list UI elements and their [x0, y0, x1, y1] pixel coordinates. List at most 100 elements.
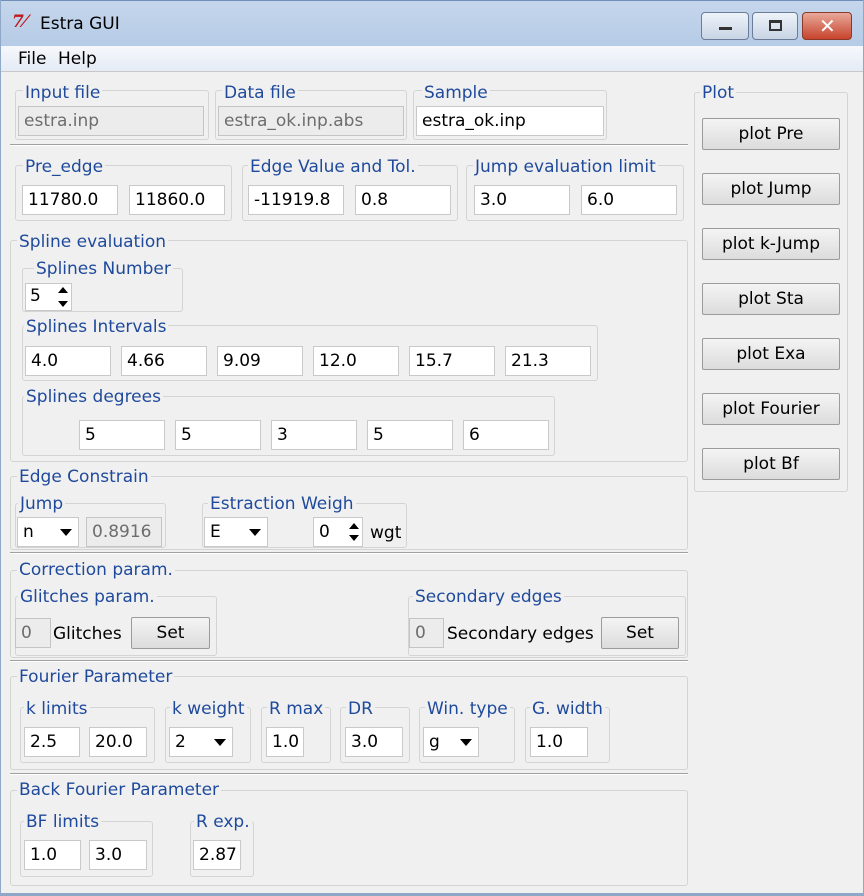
- menu-file[interactable]: File: [18, 49, 46, 69]
- separator: [10, 660, 688, 662]
- separator: [10, 773, 688, 775]
- window-title: Estra GUI: [40, 14, 120, 34]
- correction-label: Correction param.: [17, 560, 175, 580]
- r-max-field[interactable]: 1.0: [266, 727, 304, 757]
- maximize-icon: [769, 20, 782, 31]
- glitches-label: Glitches param.: [18, 587, 157, 607]
- separator: [10, 552, 688, 554]
- estraction-weigh-label: Estraction Weigh: [208, 494, 356, 514]
- bf-max-field[interactable]: 3.0: [89, 840, 147, 870]
- plot-exa-button[interactable]: plot Exa: [702, 338, 840, 370]
- g-width-field[interactable]: 1.0: [530, 727, 588, 757]
- weigh-select-value: E: [210, 522, 221, 542]
- input-file-field[interactable]: estra.inp: [18, 106, 204, 136]
- plot-sta-button[interactable]: plot Sta: [702, 283, 840, 315]
- pre-edge-label: Pre_edge: [23, 157, 106, 177]
- spin-up-icon[interactable]: [58, 287, 68, 293]
- window-border-left: [0, 0, 1, 896]
- spline-interval-field[interactable]: 4.66: [121, 346, 207, 376]
- separator: [10, 144, 688, 146]
- minimize-button[interactable]: [701, 12, 749, 40]
- back-fourier-label: Back Fourier Parameter: [17, 780, 222, 800]
- jump-value-field[interactable]: 0.8916: [86, 517, 162, 547]
- spin-down-icon[interactable]: [349, 535, 359, 541]
- k-max-field[interactable]: 20.0: [89, 727, 147, 757]
- secondary-count-field[interactable]: 0: [409, 618, 444, 648]
- plot-k-jump-button[interactable]: plot k-Jump: [702, 228, 840, 260]
- secondary-text: Secondary edges: [447, 624, 594, 644]
- secondary-edges-label: Secondary edges: [413, 587, 564, 607]
- wgt-label: wgt: [370, 523, 402, 543]
- spline-interval-field[interactable]: 12.0: [313, 346, 399, 376]
- pre-edge-max-field[interactable]: 11860.0: [129, 185, 225, 215]
- r-exp-field[interactable]: 2.87: [193, 840, 241, 870]
- spline-label: Spline evaluation: [17, 232, 169, 252]
- fourier-label: Fourier Parameter: [17, 667, 175, 687]
- splines-number-label: Splines Number: [34, 259, 173, 279]
- plot-fourier-button[interactable]: plot Fourier: [702, 393, 840, 425]
- data-file-field[interactable]: estra_ok.inp.abs: [218, 106, 404, 136]
- spline-degree-field[interactable]: 5: [175, 420, 261, 450]
- data-file-label: Data file: [222, 83, 298, 103]
- menu-help[interactable]: Help: [58, 49, 97, 69]
- jump-label: Jump: [18, 494, 66, 514]
- wgt-value: 0: [319, 522, 330, 542]
- close-button[interactable]: ✕: [802, 12, 852, 40]
- edge-value-label: Edge Value and Tol.: [248, 157, 418, 177]
- spline-interval-field[interactable]: 4.0: [25, 346, 111, 376]
- r-exp-label: R exp.: [194, 812, 252, 832]
- glitches-set-button[interactable]: Set: [131, 617, 210, 649]
- spin-up-icon[interactable]: [349, 523, 359, 529]
- plot-jump-button[interactable]: plot Jump: [702, 173, 840, 205]
- minimize-icon: [719, 27, 732, 30]
- win-type-label: Win. type: [425, 699, 510, 719]
- weigh-select[interactable]: E: [204, 517, 268, 547]
- splines-number-value: 5: [30, 286, 41, 306]
- sample-label: Sample: [422, 83, 490, 103]
- plot-pre-button[interactable]: plot Pre: [702, 118, 840, 150]
- pre-edge-min-field[interactable]: 11780.0: [22, 185, 118, 215]
- edge-tol-field[interactable]: 0.8: [355, 185, 451, 215]
- win-type-value: g: [429, 732, 440, 752]
- plot-label: Plot: [700, 83, 737, 103]
- edge-value-field[interactable]: -11919.8: [248, 185, 344, 215]
- bf-min-field[interactable]: 1.0: [24, 840, 81, 870]
- g-width-label: G. width: [530, 699, 605, 719]
- jump-select[interactable]: n: [17, 517, 79, 547]
- splines-number-spinbox[interactable]: 5: [25, 283, 72, 311]
- win-type-select[interactable]: g: [423, 727, 479, 757]
- bf-limits-label: BF limits: [24, 812, 102, 832]
- chevron-down-icon: [60, 529, 72, 536]
- plot-bf-button[interactable]: plot Bf: [702, 448, 840, 480]
- spline-degree-field[interactable]: 6: [463, 420, 549, 450]
- spline-interval-field[interactable]: 9.09: [217, 346, 303, 376]
- glitches-count-field[interactable]: 0: [15, 618, 51, 648]
- k-weight-label: k weight: [170, 699, 247, 719]
- chevron-down-icon: [249, 529, 261, 536]
- secondary-set-button[interactable]: Set: [601, 617, 679, 649]
- k-weight-value: 2: [175, 732, 186, 752]
- spline-degree-field[interactable]: 5: [79, 420, 165, 450]
- r-max-label: R max: [267, 699, 326, 719]
- k-weight-select[interactable]: 2: [169, 727, 233, 757]
- chevron-down-icon: [460, 739, 472, 746]
- k-limits-label: k limits: [24, 699, 90, 719]
- jump-limit-max-field[interactable]: 6.0: [581, 185, 677, 215]
- sample-field[interactable]: estra_ok.inp: [416, 106, 604, 136]
- spin-down-icon[interactable]: [58, 301, 68, 307]
- splines-degrees-label: Splines degrees: [24, 387, 163, 407]
- spline-interval-field[interactable]: 15.7: [409, 346, 495, 376]
- jump-limit-min-field[interactable]: 3.0: [474, 185, 570, 215]
- edge-constrain-label: Edge Constrain: [17, 467, 151, 487]
- input-file-label: Input file: [23, 83, 103, 103]
- spline-degree-field[interactable]: 5: [367, 420, 453, 450]
- maximize-button[interactable]: [752, 12, 798, 40]
- wgt-spinbox[interactable]: 0: [313, 517, 363, 547]
- glitches-text: Glitches: [53, 624, 122, 644]
- menu-bar: [1, 46, 863, 72]
- spline-degree-field[interactable]: 3: [271, 420, 357, 450]
- spline-interval-field[interactable]: 21.3: [505, 346, 591, 376]
- splines-intervals-label: Splines Intervals: [24, 317, 169, 337]
- k-min-field[interactable]: 2.5: [24, 727, 80, 757]
- dr-field[interactable]: 3.0: [345, 727, 403, 757]
